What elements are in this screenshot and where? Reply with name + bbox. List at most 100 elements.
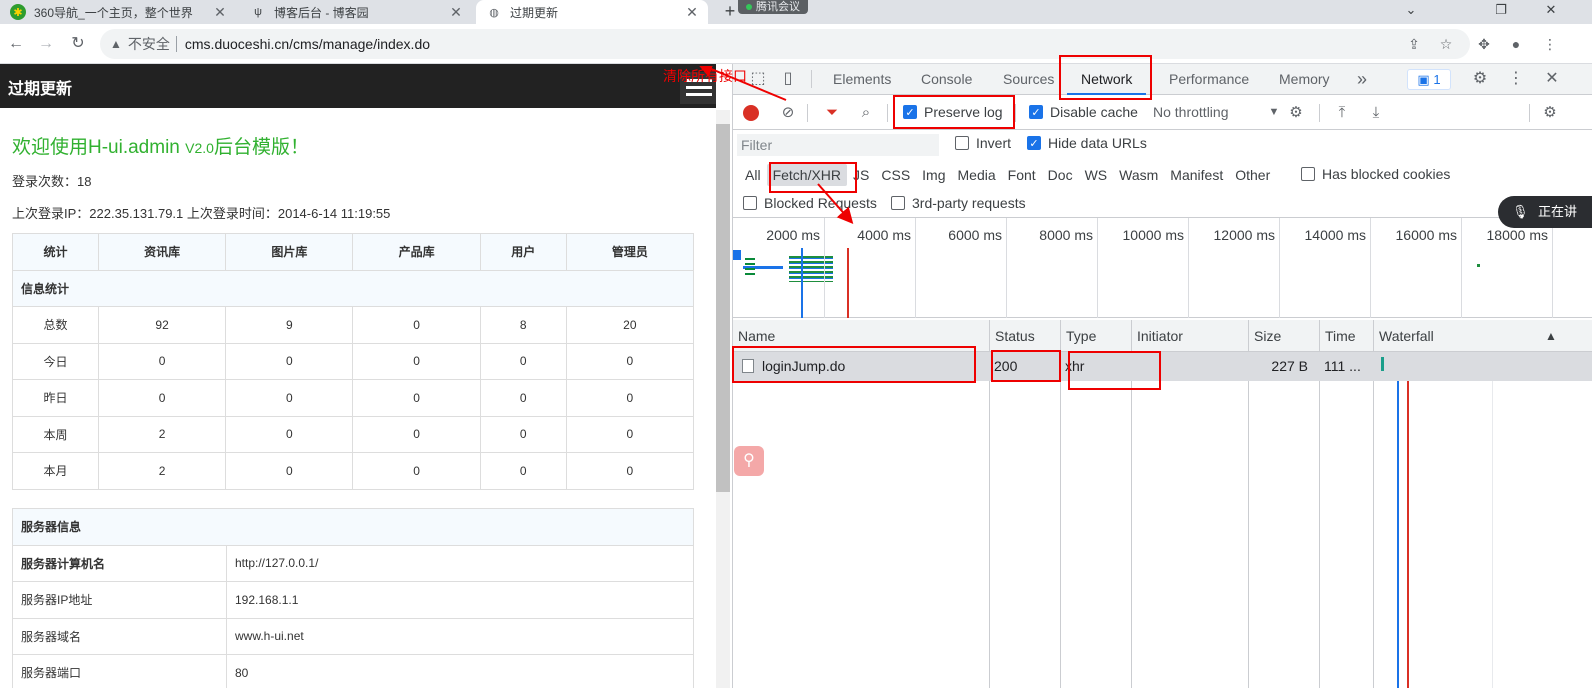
network-filter-bar: Filter Invert ✓ Hide data URLs All Fetch… [733, 130, 1592, 218]
close-window-icon[interactable]: ✕ [1528, 0, 1574, 24]
reload-icon[interactable]: ↻ [66, 32, 90, 56]
close-icon[interactable]: ✕ [212, 4, 228, 21]
server-value: http://127.0.0.1/ [226, 544, 694, 582]
forward-icon[interactable]: → [34, 32, 58, 56]
tab-performance[interactable]: Performance [1167, 64, 1251, 95]
browser-tab-360[interactable]: ✱ 360导航_一个主页，整个世界 ✕ [0, 0, 236, 24]
server-key: 服务器端口 [12, 654, 227, 688]
browser-tab-strip: ✱ 360导航_一个主页，整个世界 ✕ ψ 博客后台 - 博客园 ✕ ◍ 过期更… [0, 0, 1592, 24]
table-row: 昨日 0 0 0 0 0 [12, 379, 695, 417]
checkbox-icon[interactable] [1301, 167, 1315, 181]
network-overview-timeline[interactable]: 2000 ms 4000 ms 6000 ms 8000 ms 10000 ms 1200… [733, 218, 1592, 318]
security-label[interactable]: 不安全 [128, 34, 170, 54]
url-text[interactable]: cms.duoceshi.cn/cms/manage/index.do [185, 36, 430, 52]
table-cell: 0 [225, 452, 354, 490]
meeting-mic-pill[interactable]: 🎙 正在讲 [1498, 196, 1592, 228]
stats-header: 产品库 [352, 233, 481, 271]
type-filter-doc[interactable]: Doc [1042, 164, 1079, 186]
settings-gear-icon[interactable]: ⚙ [1469, 68, 1491, 90]
col-type[interactable]: Type [1060, 320, 1130, 352]
type-filter-other[interactable]: Other [1229, 164, 1276, 186]
page-header: 过期更新 [0, 64, 716, 108]
version-text: V2.0 [185, 140, 214, 156]
extensions-icon[interactable]: ✥ [1472, 32, 1496, 56]
load-event-line [1407, 352, 1409, 688]
menu-kebab-icon[interactable]: ⋮ [1538, 32, 1562, 56]
kebab-menu-icon[interactable]: ⋮ [1505, 68, 1527, 90]
sort-ascending-icon[interactable]: ▲ [1545, 320, 1557, 352]
type-filter-img[interactable]: Img [916, 164, 951, 186]
overview-bar [745, 258, 755, 278]
tab-memory[interactable]: Memory [1277, 64, 1332, 95]
meeting-indicator[interactable]: 腾讯会议 [738, 0, 808, 14]
restore-window-icon[interactable]: ❐ [1478, 0, 1524, 24]
col-waterfall[interactable]: Waterfall [1373, 320, 1592, 352]
login-count: 登录次数：18 [12, 174, 92, 189]
col-status[interactable]: Status [989, 320, 1061, 352]
meeting-label: 腾讯会议 [756, 1, 800, 13]
divider [1319, 104, 1320, 122]
type-filter-manifest[interactable]: Manifest [1164, 164, 1229, 186]
timeline-label: 14000 ms [1304, 227, 1366, 243]
back-icon[interactable]: ← [4, 32, 28, 56]
bookmark-star-icon[interactable]: ☆ [1434, 32, 1458, 56]
tab-search-icon[interactable]: ⌄ [1388, 0, 1434, 24]
table-cell: 0 [565, 452, 695, 490]
throttling-select[interactable]: No throttling ▼ [1153, 104, 1279, 120]
request-size: 227 B [1271, 358, 1308, 374]
checkbox-checked-icon[interactable]: ✓ [1027, 136, 1041, 150]
table-cell: 92 [97, 306, 227, 344]
tab-sources[interactable]: Sources [1001, 64, 1056, 95]
welcome-heading: 欢迎使用H-ui.admin V2.0后台模版！ [12, 132, 309, 159]
stats-header: 用户 [479, 233, 567, 271]
hide-data-urls-checkbox[interactable]: ✓ Hide data URLs [1027, 135, 1147, 151]
export-har-icon[interactable]: ⤓ [1365, 102, 1387, 124]
col-time[interactable]: Time [1319, 320, 1373, 352]
checkbox-icon[interactable] [891, 196, 905, 210]
chevron-down-icon: ▼ [1268, 106, 1280, 118]
search-icon[interactable]: ⚲ [734, 446, 764, 476]
omnibox[interactable]: ▲ 不安全 cms.duoceshi.cn/cms/manage/index.d… [100, 29, 1470, 59]
divider [1529, 104, 1530, 122]
warning-icon[interactable]: ▲ [110, 37, 122, 51]
has-blocked-cookies-label: Has blocked cookies [1322, 166, 1451, 182]
checkbox-icon[interactable] [955, 136, 969, 150]
has-blocked-cookies-checkbox[interactable]: Has blocked cookies [1301, 166, 1450, 182]
profile-avatar-icon[interactable]: ● [1504, 32, 1528, 56]
type-filter-wasm[interactable]: Wasm [1113, 164, 1164, 186]
network-toolbar: ⊘ ⏷ ⌕ ✓ Preserve log ✓ Disable cache No … [733, 96, 1592, 130]
last-login-info: 上次登录IP：222.35.131.79.1 上次登录时间：2014-6-14 … [12, 206, 391, 221]
type-filter-font[interactable]: Font [1002, 164, 1042, 186]
checkbox-checked-icon[interactable]: ✓ [1029, 105, 1043, 119]
table-row: 本周 2 0 0 0 0 [12, 415, 695, 453]
browser-tab-active[interactable]: ◍ 过期更新 ✕ [476, 0, 708, 24]
third-party-checkbox[interactable]: 3rd-party requests [891, 195, 1026, 211]
annotation-arrow-2 [817, 183, 854, 224]
close-devtools-icon[interactable]: ✕ [1541, 68, 1563, 90]
invert-checkbox[interactable]: Invert [955, 135, 1011, 151]
tab-console[interactable]: Console [919, 64, 974, 95]
disable-cache-checkbox[interactable]: ✓ Disable cache [1029, 104, 1138, 120]
type-filter-ws[interactable]: WS [1079, 164, 1114, 186]
col-initiator[interactable]: Initiator [1131, 320, 1249, 352]
table-cell: 8 [479, 306, 567, 344]
browser-tab-cnblogs[interactable]: ψ 博客后台 - 博客园 ✕ [240, 0, 472, 24]
dom-content-loaded-line [1397, 352, 1399, 688]
stats-header: 管理员 [565, 233, 695, 271]
close-icon[interactable]: ✕ [448, 4, 464, 21]
issues-badge[interactable]: ▣ 1 [1407, 69, 1451, 90]
col-size[interactable]: Size [1248, 320, 1320, 352]
stats-header: 统计 [12, 233, 99, 271]
type-filter-css[interactable]: CSS [875, 164, 916, 186]
share-icon[interactable]: ⇪ [1402, 32, 1426, 56]
import-har-icon[interactable]: ⤒ [1331, 102, 1353, 124]
table-cell: 2 [97, 415, 227, 453]
page-title: 过期更新 [8, 81, 73, 98]
new-tab-button[interactable]: + [720, 0, 740, 24]
network-conditions-icon[interactable]: ⚙ [1285, 102, 1307, 124]
network-settings-icon[interactable]: ⚙ [1539, 102, 1561, 124]
type-filter-media[interactable]: Media [952, 164, 1002, 186]
divider [1015, 104, 1016, 122]
more-tabs-icon[interactable]: » [1355, 64, 1369, 95]
close-icon[interactable]: ✕ [684, 4, 700, 21]
